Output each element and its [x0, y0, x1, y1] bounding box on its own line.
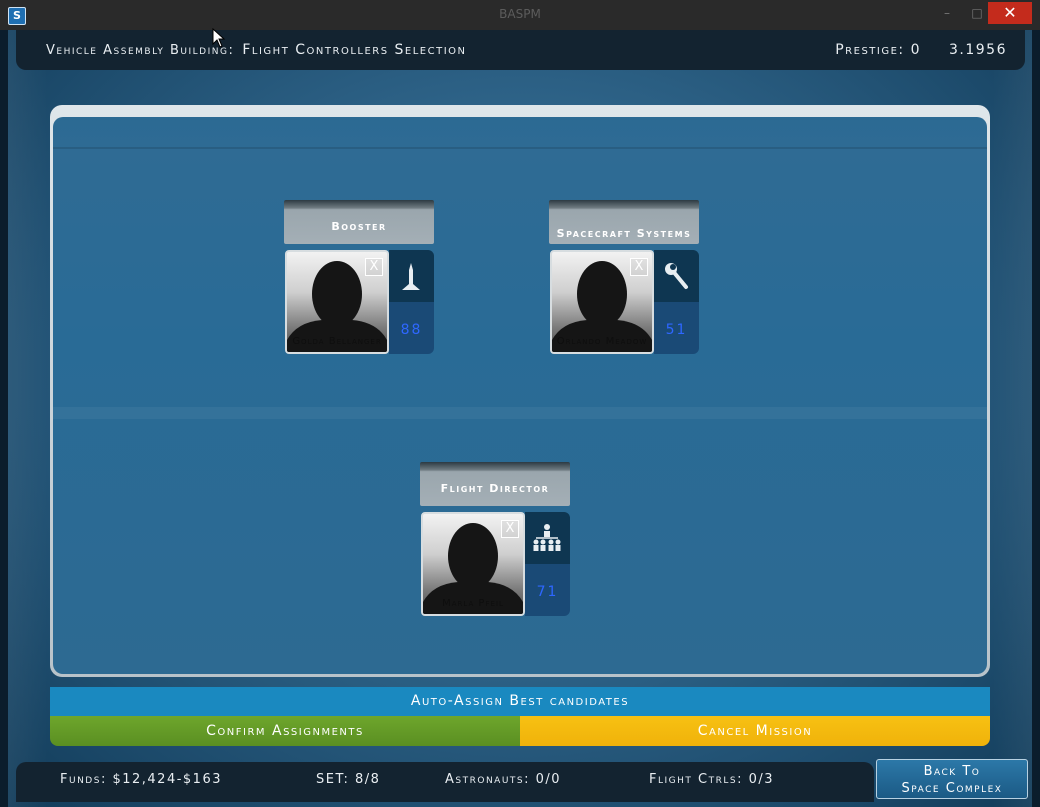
funds-label: Funds: $12,424-$163: [60, 772, 222, 787]
set-label: SET: 8/8: [316, 772, 381, 787]
skill-value: 51: [665, 322, 688, 338]
slot-header: Flight Director: [420, 462, 570, 506]
skill-value-box: 71: [525, 564, 570, 616]
close-button[interactable]: ✕: [988, 2, 1032, 24]
remove-button[interactable]: X: [630, 258, 648, 276]
screen-title: Flight Controllers Selection: [242, 42, 467, 58]
skill-icon-box: [654, 250, 699, 302]
minimize-button[interactable]: –: [932, 2, 962, 24]
mouse-cursor-icon: [212, 28, 226, 48]
back-to-space-complex-button[interactable]: Back To Space Complex: [876, 759, 1028, 799]
remove-button[interactable]: X: [365, 258, 383, 276]
skill-value: 88: [400, 322, 423, 338]
screen-breadcrumb: Vehicle Assembly Building: Flight Control…: [46, 42, 467, 58]
controller-name: Orlando Meadow: [556, 336, 648, 347]
skill-icon-box: [389, 250, 434, 302]
slot-role-label: Flight Director: [440, 482, 550, 495]
astronauts-label: Astronauts: 0/0: [445, 772, 562, 787]
skill-value-box: 51: [654, 302, 699, 354]
slot-role-label: Spacecraft Systems: [556, 227, 692, 240]
slot-header: Booster: [284, 200, 434, 244]
remove-button[interactable]: X: [501, 520, 519, 538]
team-icon: [533, 524, 561, 551]
skill-icon-box: [525, 512, 570, 564]
slot-booster: Booster X Golda Bellanger 88: [284, 200, 434, 356]
wrench-icon: [665, 263, 688, 289]
cancel-mission-button[interactable]: Cancel Mission: [520, 716, 990, 746]
skill-value-box: 88: [389, 302, 434, 354]
flight-controllers-label: Flight Ctrls: 0/3: [649, 772, 775, 787]
back-label-line1: Back To: [923, 764, 981, 779]
controller-portrait[interactable]: X Golda Bellanger: [285, 250, 389, 354]
slot-spacecraft-systems: Spacecraft Systems X Orlando Meadow 51: [549, 200, 699, 356]
prestige-label: Prestige: 0: [835, 42, 921, 58]
controller-name: Marla Pfeil: [442, 598, 504, 609]
controller-name: Golda Bellanger: [292, 336, 382, 347]
auto-assign-button[interactable]: Auto-Assign Best candidates: [50, 687, 990, 716]
slot-flight-director: Flight Director X Marla Pfeil 71: [420, 462, 570, 618]
top-bar: Vehicle Assembly Building: Flight Control…: [16, 30, 1025, 70]
back-label-line2: Space Complex: [901, 781, 1003, 796]
slot-header: Spacecraft Systems: [549, 200, 699, 244]
top-stats: Prestige: 0 3.1956: [807, 42, 1007, 58]
window-title: BASPM: [499, 7, 541, 21]
controller-portrait[interactable]: X Marla Pfeil: [421, 512, 525, 616]
panel-divider: [53, 147, 987, 149]
window-titlebar: S BASPM – □ ✕: [0, 0, 1040, 30]
rocket-icon: [402, 263, 420, 290]
skill-value: 71: [536, 584, 559, 600]
status-bar: Funds: $12,424-$163 SET: 8/8 Astronauts:…: [16, 762, 874, 802]
confirm-assignments-button[interactable]: Confirm Assignments: [50, 716, 520, 746]
slot-role-label: Booster: [331, 220, 387, 233]
location-label: Vehicle Assembly Building:: [46, 43, 235, 58]
panel-band: [53, 407, 987, 419]
date-label: 3.1956: [949, 42, 1007, 58]
controller-portrait[interactable]: X Orlando Meadow: [550, 250, 654, 354]
